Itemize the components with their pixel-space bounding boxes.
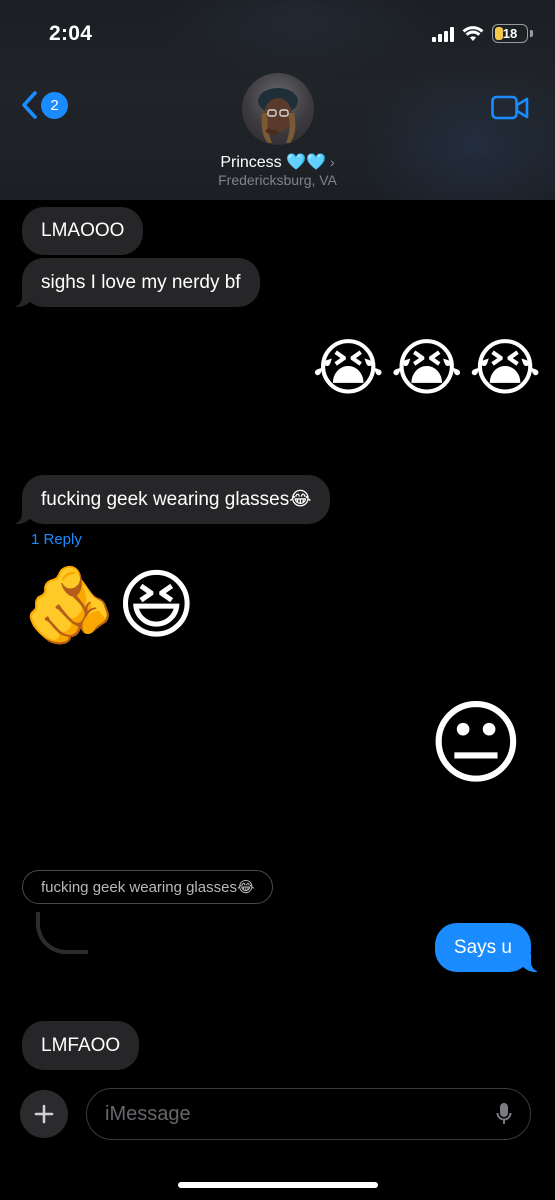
plus-icon	[34, 1104, 54, 1124]
facetime-video-button[interactable]	[491, 95, 529, 126]
contact-location: Fredericksburg, VA	[218, 172, 337, 188]
imessage-input[interactable]: iMessage	[86, 1088, 531, 1140]
message-text: LMFAOO	[41, 1034, 121, 1056]
apps-plus-button[interactable]	[20, 1090, 68, 1138]
status-icons: 18	[432, 24, 533, 43]
header-backdrop-glow	[150, 0, 450, 80]
battery-cap	[530, 30, 533, 37]
battery-icon: 18	[492, 24, 528, 43]
back-button[interactable]: 2	[20, 90, 68, 120]
wifi-icon	[462, 26, 484, 41]
chevron-left-icon	[22, 91, 37, 119]
microphone-icon[interactable]	[496, 1102, 512, 1126]
battery-level: 18	[502, 26, 518, 41]
cellular-signal-icon	[432, 26, 454, 42]
message-emoji-outgoing[interactable]: 😭😭😭	[312, 338, 547, 400]
message-text: sighs I love my nerdy bf	[41, 271, 241, 293]
message-bubble-incoming[interactable]: LMAOOO	[22, 207, 144, 255]
message-emoji-incoming[interactable]: 🫵😆	[22, 568, 196, 644]
message-text: fucking geek wearing glasses😂	[41, 489, 312, 510]
status-time: 2:04	[49, 22, 93, 45]
reply-thread-line	[36, 912, 88, 954]
contact-hearts: 🩵🩵	[286, 154, 326, 171]
message-bubble-incoming[interactable]: fucking geek wearing glasses😂	[9, 475, 331, 524]
message-composer: iMessage	[0, 1078, 555, 1200]
input-placeholder: iMessage	[105, 1102, 191, 1125]
contact-name: Princess	[220, 154, 282, 171]
message-text: Says u	[453, 936, 512, 958]
reply-count-link[interactable]: 1 Reply	[31, 531, 82, 548]
contact-avatar[interactable]	[242, 73, 314, 145]
home-indicator	[178, 1182, 378, 1188]
contact-name-row[interactable]: Princess 🩵🩵 ›	[0, 152, 555, 172]
video-camera-icon	[491, 95, 529, 120]
message-bubble-incoming[interactable]: sighs I love my nerdy bf	[10, 258, 260, 307]
message-emoji-outgoing[interactable]: 😐	[428, 698, 524, 790]
avatar-photo	[258, 88, 298, 143]
unread-count-badge: 2	[41, 91, 68, 119]
message-bubble-outgoing[interactable]: Says u	[434, 923, 544, 972]
message-text: LMAOOO	[41, 220, 125, 241]
chevron-right-icon: ›	[329, 154, 335, 170]
conversation-header: 2:04 18 2 Princess 🩵🩵 › Fredericksburg, …	[0, 0, 555, 200]
quoted-reply-preview[interactable]: fucking geek wearing glasses😂	[22, 870, 274, 904]
message-bubble-incoming[interactable]: LMFAOO	[22, 1021, 140, 1070]
